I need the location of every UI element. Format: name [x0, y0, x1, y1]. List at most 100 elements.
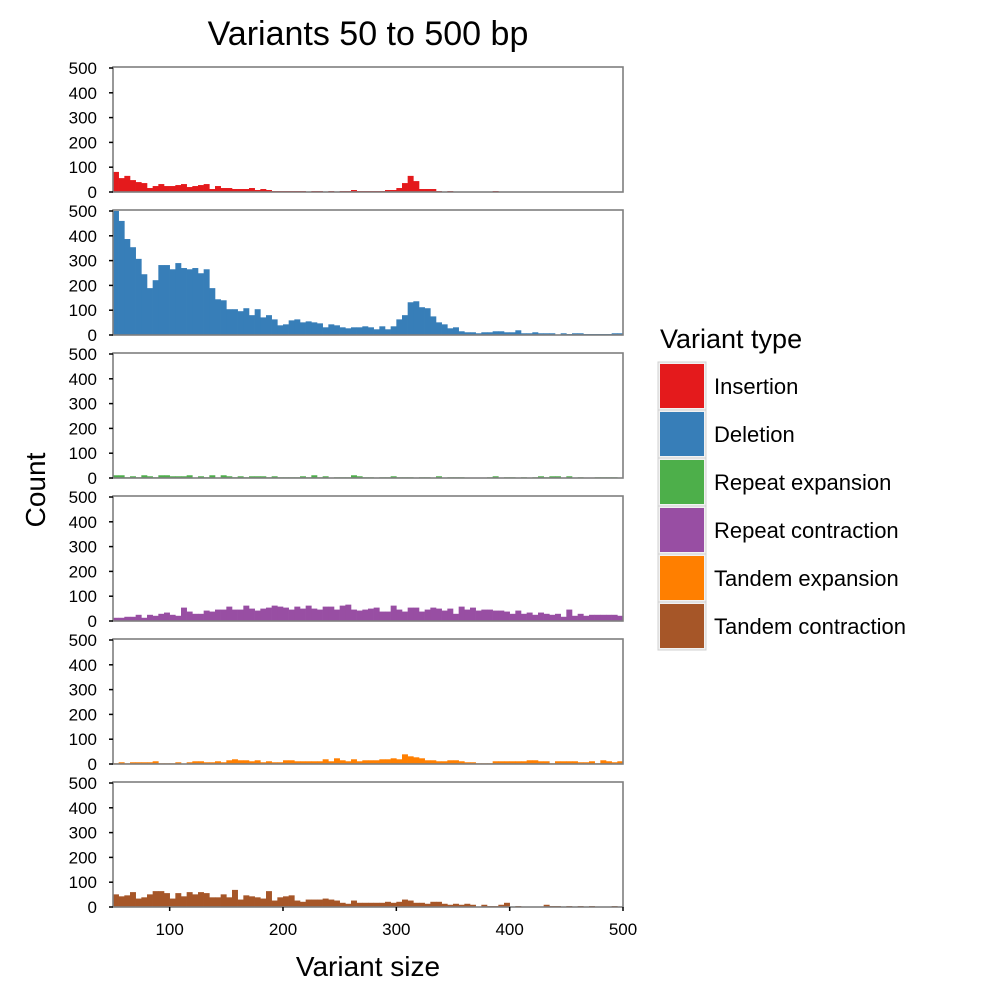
histogram-bar: [124, 895, 131, 907]
x-axis: 100 200 300 400 500: [155, 907, 637, 939]
histogram-bar: [566, 609, 573, 621]
histogram-bar: [232, 309, 238, 335]
y-tick-label: 100: [69, 730, 97, 749]
histogram-bar: [203, 184, 210, 192]
x-axis-label: Variant size: [296, 951, 440, 982]
histogram-bar: [181, 184, 187, 192]
histogram-bar: [152, 891, 159, 907]
histogram-bar: [305, 321, 312, 335]
y-tick-label: 300: [69, 538, 97, 557]
histogram-bar: [203, 269, 210, 335]
y-tick-label: 300: [69, 109, 97, 128]
y-tick-label: 500: [69, 345, 97, 364]
legend-label: Tandem contraction: [714, 614, 906, 639]
legend-label: Repeat contraction: [714, 518, 899, 543]
histogram-bar: [113, 211, 119, 335]
histogram-bar: [430, 607, 437, 621]
histogram-bar: [237, 899, 244, 907]
y-tick-label: 500: [69, 202, 97, 221]
histogram-bar: [447, 608, 454, 621]
histogram-bar: [322, 606, 329, 621]
panel-tandem-contraction: 0 100 200 300 400 500: [69, 774, 624, 917]
histogram-bar: [396, 609, 403, 621]
y-tick-label: 0: [88, 898, 97, 917]
histogram-bar: [470, 607, 476, 621]
y-tick-label: 200: [69, 276, 97, 295]
histogram-bar: [464, 609, 471, 621]
histogram-bar: [294, 319, 301, 335]
histogram-bar: [260, 898, 267, 907]
panel-deletion: 0 100 200 300 400 500: [69, 202, 624, 345]
panel-insertion: 0 100 200 300 400 500: [69, 59, 624, 202]
y-tick-label: 300: [69, 395, 97, 414]
histogram-bar: [334, 325, 340, 335]
histogram-bar: [334, 900, 340, 907]
histogram-bar: [198, 273, 204, 335]
histogram-bar: [311, 899, 318, 907]
histogram-bar: [118, 178, 125, 192]
histogram-bar: [351, 900, 357, 907]
histogram-bar: [413, 757, 420, 764]
histogram-bar: [164, 893, 170, 907]
histogram-bar: [243, 605, 250, 621]
histogram-bar: [164, 186, 170, 192]
y-tick-label: 300: [69, 681, 97, 700]
faceted-histogram-chart: Variants 50 to 500 bp Count Variant size…: [20, 15, 906, 982]
histogram-bar: [589, 614, 595, 621]
histogram-bar: [266, 891, 272, 907]
legend: Variant type Insertion Deletion Repeat exp…: [657, 324, 906, 651]
y-tick-label: 500: [69, 631, 97, 650]
histogram-bar: [379, 326, 386, 335]
y-tick-label: 100: [69, 301, 97, 320]
histogram-bar: [334, 609, 340, 621]
panel-border: [112, 495, 624, 622]
histogram-bar: [215, 609, 221, 621]
y-tick-label: 400: [69, 513, 97, 532]
histogram-bar: [441, 610, 448, 621]
histogram-bar: [220, 894, 227, 907]
histogram-bar: [254, 610, 261, 621]
histogram-bar: [186, 892, 193, 907]
histogram-bar: [390, 326, 397, 335]
y-tick-label: 400: [69, 370, 97, 389]
histogram-bar: [305, 899, 312, 907]
chart-title: Variants 50 to 500 bp: [208, 15, 529, 53]
histogram-bar: [385, 611, 391, 621]
histogram-bar: [543, 613, 550, 621]
histogram-bar: [424, 308, 431, 335]
histogram-bar: [356, 327, 363, 335]
histogram-bar: [328, 899, 335, 907]
histogram-bar: [305, 605, 312, 621]
histogram-bar: [215, 186, 221, 192]
histogram-bar: [283, 607, 289, 621]
histogram-bar: [192, 613, 199, 621]
histogram-bar: [130, 247, 136, 335]
histogram-bar: [158, 613, 165, 621]
histogram-bar: [475, 610, 482, 621]
histogram-bar: [311, 608, 318, 621]
legend-label: Insertion: [714, 374, 798, 399]
histogram-bar: [379, 611, 386, 621]
histogram-bar: [147, 288, 153, 335]
histogram-bar: [135, 898, 142, 907]
x-tick-label: 400: [495, 920, 523, 939]
x-tick-label: 100: [155, 920, 183, 939]
y-tick-label: 200: [69, 419, 97, 438]
histogram-bar: [249, 315, 255, 335]
histogram-bar: [226, 897, 233, 907]
histogram-bar: [288, 609, 295, 621]
legend-title: Variant type: [660, 324, 802, 354]
histogram-bar: [402, 754, 408, 764]
legend-label: Deletion: [714, 422, 795, 447]
histogram-bar: [492, 610, 499, 621]
histogram-bar: [606, 614, 612, 621]
y-tick-label: 400: [69, 227, 97, 246]
y-tick-label: 0: [88, 183, 97, 202]
histogram-bar: [532, 614, 539, 621]
histogram-bar: [169, 614, 176, 621]
y-tick-label: 100: [69, 587, 97, 606]
legend-swatch: [660, 556, 704, 600]
histogram-bar: [419, 758, 425, 764]
histogram-bar: [402, 183, 408, 192]
histogram-bar: [351, 327, 357, 335]
